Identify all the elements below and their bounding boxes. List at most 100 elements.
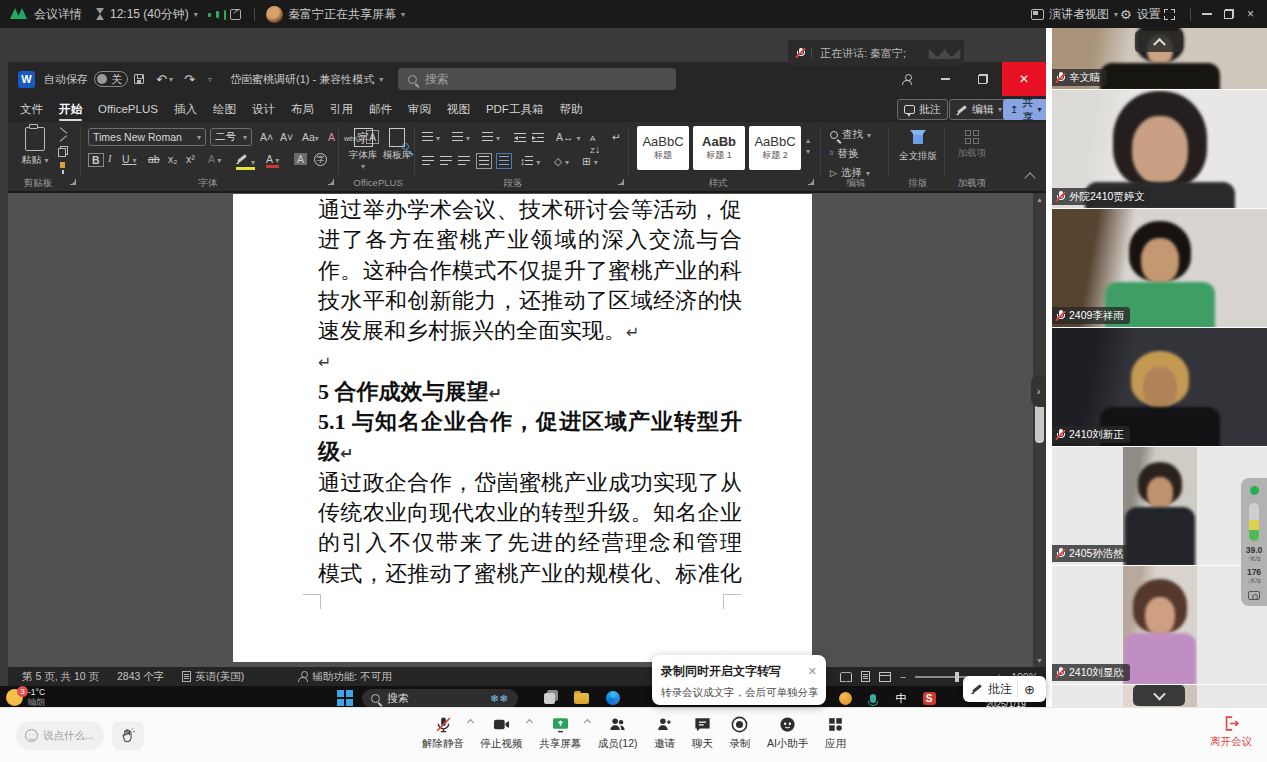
replace-button[interactable]: ᵇ 替换 [830,147,858,161]
align-right-icon[interactable] [458,155,470,167]
scroll-participants-down-button[interactable] [1133,685,1185,706]
word-count[interactable]: 2843 个字 [117,670,164,684]
screen-share-button[interactable]: 共享屏幕 [539,715,581,751]
record-button[interactable]: 录制 [729,715,750,751]
ribbon-tab-文件[interactable]: 文件 [12,96,51,122]
line-spacing-icon[interactable]: ↕ ▾ [520,155,540,167]
scroll-up-icon[interactable]: ▲ [1033,193,1046,206]
scroll-participants-up-button[interactable] [1135,31,1183,52]
char-shading-button[interactable]: A [294,153,307,165]
subscript-button[interactable]: x₂ [168,153,177,165]
weather-widget[interactable]: 3 -1°C晴朗 [6,688,45,707]
ribbon-tab-OfficePLUS[interactable]: OfficePLUS [90,96,166,122]
camera-button[interactable]: 停止视频 [481,715,523,751]
accessibility-status[interactable]: 辅助功能: 不可用 [298,670,391,684]
full-layout-button[interactable]: 全文排版 [894,130,942,163]
ribbon-tab-引用[interactable]: 引用 [322,96,361,122]
magnifier-button[interactable]: ⊕ [1017,681,1041,697]
ribbon-tab-视图[interactable]: 视图 [439,96,478,122]
word-scrollbar[interactable]: ▲ ▼ [1033,193,1046,667]
leave-meeting-button[interactable]: 离开会议 [1210,715,1252,749]
notification-close-icon[interactable]: ✕ [808,665,817,678]
read-mode-icon[interactable] [840,672,852,681]
file-explorer-icon[interactable] [572,689,590,707]
autosave-control[interactable]: 自动保存 [44,62,88,96]
find-button[interactable]: 查找 ▾ [830,128,871,142]
web-layout-icon[interactable] [879,672,891,682]
highlight-button[interactable]: ▾ [236,153,255,170]
apps-button[interactable]: 应用 [825,715,846,751]
account-button[interactable] [888,62,926,96]
edge-browser-icon[interactable] [604,689,622,707]
tray-mic-icon[interactable] [864,689,882,707]
participant-tile[interactable]: 2410刘显欣 [1052,566,1267,684]
clipboard-launcher-icon[interactable] [70,179,76,185]
zoom-out-icon[interactable]: − [900,671,906,683]
justify-icon[interactable] [476,153,492,169]
maximize-button[interactable] [1224,0,1234,28]
comment-button[interactable]: 批注 [897,99,948,120]
text-effects-icon[interactable]: A ▾ [208,153,221,165]
sort-icon[interactable]: AZ↓ [590,131,600,155]
undo-button[interactable]: ↶▾ [156,62,173,96]
camera-snapshot-icon[interactable] [1248,591,1260,600]
borders-icon[interactable]: ⊞ ▾ [582,155,598,167]
shading-icon[interactable]: ◇ ▾ [554,155,569,167]
save-button[interactable] [134,62,144,96]
align-center-icon[interactable] [440,155,452,167]
sidebar-collapse-handle[interactable]: › [1031,375,1046,407]
participant-tile[interactable]: 2405孙浩然 [1052,447,1267,565]
quick-access-chevron-icon[interactable]: ▿ [208,62,212,96]
styles-more-icon[interactable]: ▴▾ [806,136,810,156]
italic-button[interactable]: I [108,153,112,164]
bold-button[interactable]: B [88,153,104,167]
close-button[interactable]: × [1247,0,1254,28]
show-marks-icon[interactable]: ↵ [612,131,621,143]
cut-icon[interactable] [58,130,69,141]
chat-input[interactable]: 说点什么... [16,721,104,750]
style-card-标题 2[interactable]: AaBbC标题 2 [749,126,801,170]
participant-tile[interactable]: 外院2410贾婷文 [1052,90,1267,208]
participant-tile[interactable]: 2410刘新正 [1052,328,1267,446]
copy-icon[interactable] [58,146,68,157]
paragraph-launcher-icon[interactable] [618,179,624,185]
multilevel-icon[interactable]: ▾ [482,131,500,143]
bullets-icon[interactable]: ▾ [422,131,440,143]
ime-indicator[interactable]: 中 [892,689,910,707]
underline-button[interactable]: U ▾ [122,153,137,165]
mic-muted-button[interactable]: 解除静音 [422,715,464,751]
raise-hand-button[interactable] [112,721,144,750]
network-monitor-widget[interactable]: 39.0 K/s 176 K/s [1241,478,1267,606]
ribbon-tab-邮件[interactable]: 邮件 [361,96,400,122]
scrollbar-thumb[interactable] [1035,403,1044,443]
strikethrough-button[interactable]: ab [148,153,160,165]
change-case-icon[interactable]: Aa▾ [302,131,319,143]
ribbon-tab-绘图[interactable]: 绘图 [205,96,244,122]
font-lib-button[interactable]: 字 字体库▾ [346,128,380,171]
ribbon-tab-设计[interactable]: 设计 [244,96,283,122]
font-color-button[interactable]: A ▾ [266,153,279,168]
fullscreen-button[interactable] [1164,0,1175,28]
paste-button[interactable]: 粘贴 ▾ [18,127,52,167]
asian-layout-icon[interactable]: A↔ ▾ [556,131,580,143]
align-left-icon[interactable] [422,155,434,167]
document-page[interactable]: 通过举办学术会议、技术研讨会等活动，促进了各方在蜜桃产业领域的深入交流与合作。这… [233,194,812,662]
addins-button[interactable]: 加载项 [952,130,992,158]
clear-format-icon[interactable]: A [328,131,335,143]
style-card-标题[interactable]: AaBbC标题 [637,126,689,170]
ribbon-tab-插入[interactable]: 插入 [166,96,205,122]
ribbon-tab-PDF工具箱[interactable]: PDF工具箱 [478,96,552,122]
settings-button[interactable]: ⚙ 设置 [1120,0,1161,28]
view-mode-button[interactable]: 演讲者视图 ▾ [1031,0,1118,28]
enclose-char-button[interactable]: 字 [314,153,327,166]
redo-button[interactable]: ↷ [184,62,195,96]
superscript-button[interactable]: x² [186,153,195,165]
grow-font-icon[interactable]: A˄ [260,131,273,143]
share-button[interactable]: ↥共享▾ [1003,99,1048,120]
word-close-button[interactable]: ✕ [1002,62,1046,96]
font-size-dropdown[interactable]: 二号▾ [210,128,252,146]
network-signal-icon[interactable] [208,9,226,20]
participant-tile[interactable]: 2409李祥雨 [1052,209,1267,327]
font-launcher-icon[interactable] [328,179,334,185]
autosave-toggle[interactable]: 关 [94,71,128,87]
